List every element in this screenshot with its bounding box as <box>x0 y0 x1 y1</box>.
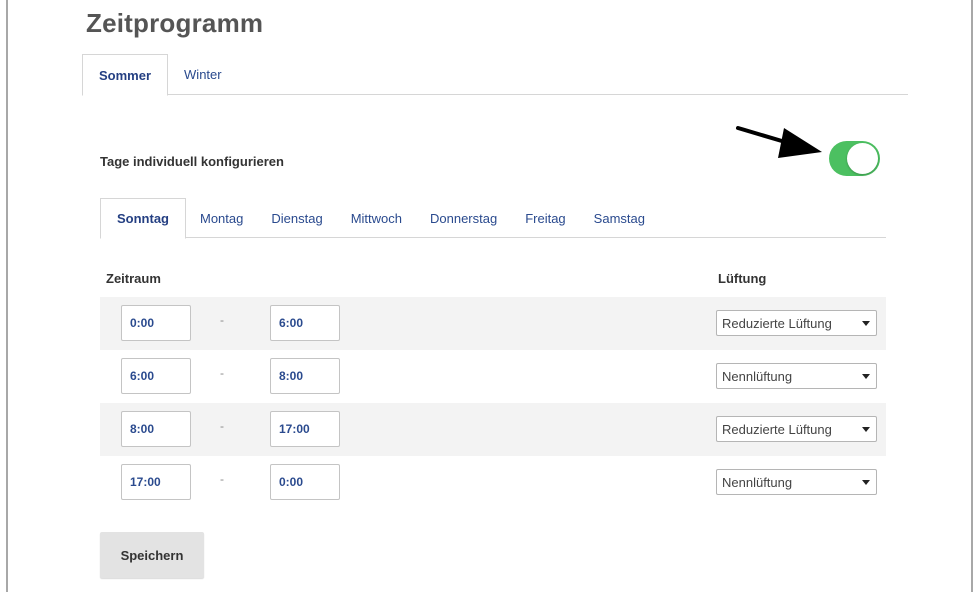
from-time-input[interactable] <box>121 305 191 341</box>
tab-dienstag[interactable]: Dienstag <box>257 198 336 238</box>
tab-samstag[interactable]: Samstag <box>580 198 659 238</box>
page-title: Zeitprogramm <box>86 8 264 38</box>
caret-down-icon <box>862 374 870 379</box>
ventilation-select[interactable]: Nennlüftung <box>716 469 877 495</box>
ventilation-select[interactable]: Reduzierte Lüftung <box>716 416 877 442</box>
to-time-input[interactable] <box>270 305 340 341</box>
ventilation-select[interactable]: Nennlüftung <box>716 363 877 389</box>
tab-donnerstag[interactable]: Donnerstag <box>416 198 511 238</box>
to-time-input[interactable] <box>270 411 340 447</box>
tab-montag[interactable]: Montag <box>186 198 257 238</box>
caret-down-icon <box>862 321 870 326</box>
ventilation-select-value: Nennlüftung <box>722 368 793 384</box>
individual-days-toggle[interactable] <box>829 141 880 176</box>
from-time-input[interactable] <box>121 411 191 447</box>
to-time-input[interactable] <box>270 358 340 394</box>
column-header-period: Zeitraum <box>106 271 161 286</box>
schedule-table: - Reduzierte Lüftung - Nennlüftung - Red… <box>100 297 886 509</box>
schedule-row: - Nennlüftung <box>100 350 886 403</box>
to-time-input[interactable] <box>270 464 340 500</box>
range-separator: - <box>220 366 224 380</box>
ventilation-select-value: Nennlüftung <box>722 474 793 490</box>
ventilation-select[interactable]: Reduzierte Lüftung <box>716 310 877 336</box>
ventilation-select-value: Reduzierte Lüftung <box>722 421 832 437</box>
caret-down-icon <box>862 427 870 432</box>
season-tabs: Sommer Winter <box>82 54 908 96</box>
caret-down-icon <box>862 480 870 485</box>
schedule-row: - Reduzierte Lüftung <box>100 297 886 350</box>
from-time-input[interactable] <box>121 358 191 394</box>
toggle-knob <box>847 143 878 174</box>
column-header-ventilation: Lüftung <box>718 271 767 286</box>
schedule-row: - Nennlüftung <box>100 456 886 509</box>
individual-days-label: Tage individuell konfigurieren <box>100 154 284 169</box>
annotation-arrow-icon <box>736 126 822 158</box>
range-separator: - <box>220 419 224 433</box>
day-tabs: Sonntag Montag Dienstag Mittwoch Donners… <box>100 198 886 239</box>
range-separator: - <box>220 472 224 486</box>
tab-sonntag[interactable]: Sonntag <box>100 198 186 239</box>
save-button[interactable]: Speichern <box>100 532 204 578</box>
tab-winter[interactable]: Winter <box>168 54 238 95</box>
from-time-input[interactable] <box>121 464 191 500</box>
tab-sommer[interactable]: Sommer <box>82 54 169 96</box>
range-separator: - <box>220 313 224 327</box>
schedule-row: - Reduzierte Lüftung <box>100 403 886 456</box>
tab-freitag[interactable]: Freitag <box>511 198 579 238</box>
ventilation-select-value: Reduzierte Lüftung <box>722 315 832 331</box>
tab-mittwoch[interactable]: Mittwoch <box>337 198 416 238</box>
